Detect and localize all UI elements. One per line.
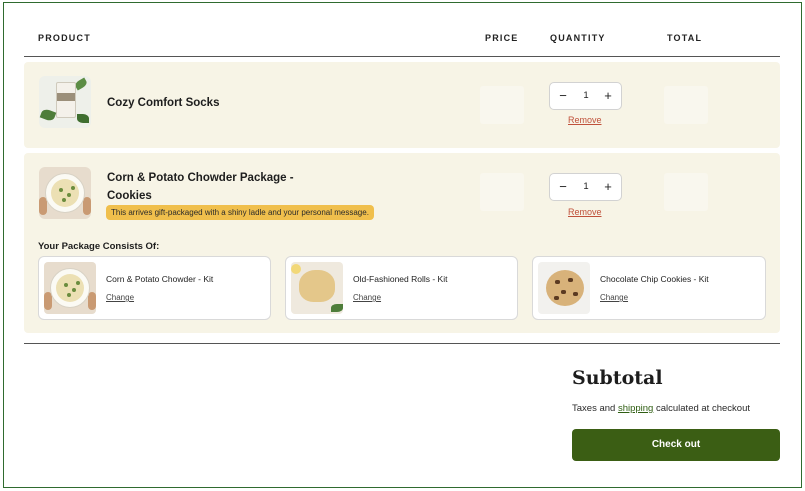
total-placeholder [664, 173, 708, 211]
summary-divider [24, 343, 780, 344]
decrease-quantity-button[interactable]: − [552, 83, 574, 109]
cart-table-header: PRODUCT PRICE QUANTITY TOTAL [24, 33, 780, 45]
cart-frame: PRODUCT PRICE QUANTITY TOTAL Cozy Comfor… [3, 2, 802, 488]
remove-link[interactable]: Remove [568, 207, 602, 217]
decrease-quantity-button[interactable]: − [552, 174, 574, 200]
cookie-image [538, 262, 590, 314]
item-title-line-2: Cookies [107, 190, 152, 202]
remove-link[interactable]: Remove [568, 115, 602, 125]
change-link[interactable]: Change [353, 293, 381, 302]
item-title[interactable]: Cozy Comfort Socks [107, 94, 219, 112]
quantity-stepper: − 1 + [549, 173, 622, 201]
tax-note: Taxes and shipping calculated at checkou… [572, 403, 750, 414]
quantity-value[interactable]: 1 [576, 174, 596, 200]
header-divider [24, 56, 780, 57]
package-contents-heading: Your Package Consists Of: [38, 241, 160, 252]
price-placeholder [480, 173, 524, 211]
header-product: PRODUCT [38, 33, 91, 43]
item-title-line-1: Corn & Potato Chowder Package - [107, 172, 294, 184]
change-link[interactable]: Change [106, 293, 134, 302]
chowder-bowl-image[interactable] [39, 167, 91, 219]
header-price: PRICE [485, 33, 519, 43]
increase-quantity-button[interactable]: + [597, 174, 619, 200]
tax-note-prefix: Taxes and [572, 403, 618, 414]
increase-quantity-button[interactable]: + [597, 83, 619, 109]
quantity-stepper: − 1 + [549, 82, 622, 110]
roll-image [291, 262, 343, 314]
package-item-name: Old-Fashioned Rolls - Kit [353, 274, 448, 284]
package-item: Chocolate Chip Cookies - Kit Change [532, 256, 766, 320]
item-title[interactable]: Corn & Potato Chowder Package - Cookies [107, 169, 307, 205]
gift-package-badge: This arrives gift-packaged with a shiny … [106, 205, 374, 220]
total-placeholder [664, 86, 708, 124]
chowder-bowl-image [44, 262, 96, 314]
shipping-link[interactable]: shipping [618, 403, 653, 414]
subtotal-title: Subtotal [572, 367, 663, 389]
cart-item-socks: Cozy Comfort Socks − 1 + Remove [24, 62, 780, 148]
quantity-value[interactable]: 1 [576, 83, 596, 109]
checkout-button[interactable]: Check out [572, 429, 780, 461]
price-placeholder [480, 86, 524, 124]
package-item-name: Corn & Potato Chowder - Kit [106, 274, 214, 284]
cart-item-chowder-package: Corn & Potato Chowder Package - Cookies … [24, 153, 780, 333]
socks-package-image[interactable] [39, 76, 91, 128]
tax-note-suffix: calculated at checkout [653, 403, 750, 414]
package-item: Corn & Potato Chowder - Kit Change [38, 256, 271, 320]
header-quantity: QUANTITY [550, 33, 606, 43]
package-item: Old-Fashioned Rolls - Kit Change [285, 256, 518, 320]
change-link[interactable]: Change [600, 293, 628, 302]
header-total: TOTAL [667, 33, 703, 43]
package-item-name: Chocolate Chip Cookies - Kit [600, 274, 709, 284]
